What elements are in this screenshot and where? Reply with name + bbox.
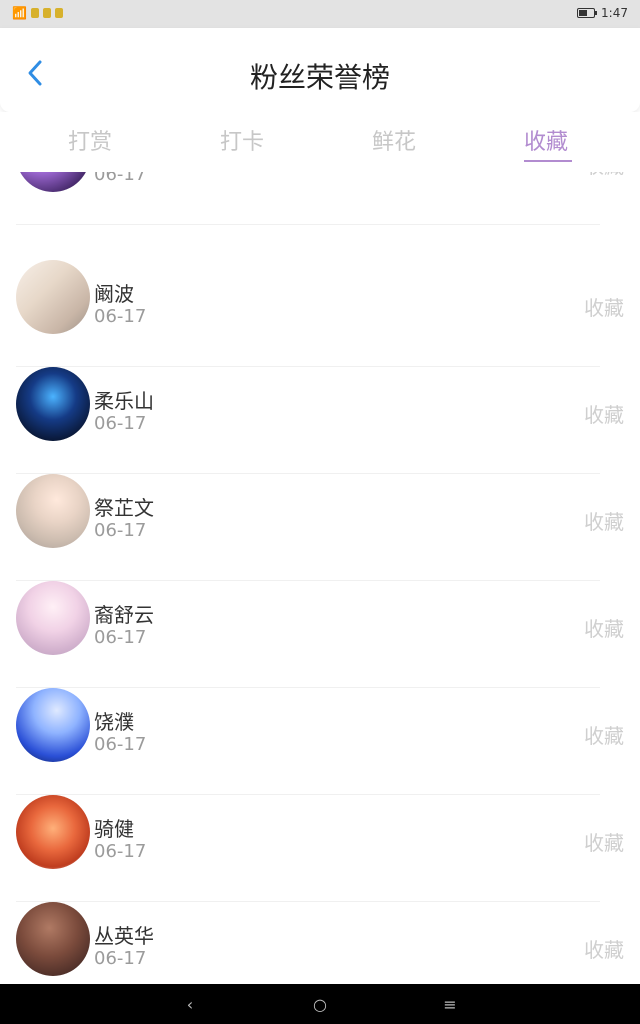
date: 06-17 (94, 172, 147, 185)
fan-list[interactable]: 06-17 收藏 阚波 06-17 收藏 柔乐山 06-17 收藏 祭芷文 06… (0, 172, 640, 984)
tab-favorites[interactable]: 收藏 (524, 124, 568, 156)
avatar (16, 474, 90, 548)
tab-flowers[interactable]: 鲜花 (372, 124, 416, 156)
status-icons-right: 1:47 (577, 6, 628, 20)
home-nav-icon[interactable]: ○ (310, 994, 330, 1014)
favorite-action[interactable]: 收藏 (584, 720, 624, 749)
tab-bar: 打赏 打卡 鲜花 收藏 (0, 112, 640, 172)
status-bar: 📶 1:47 (0, 0, 640, 28)
date: 06-17 (94, 627, 147, 648)
list-item[interactable]: 祭芷文 06-17 收藏 (0, 474, 640, 581)
favorite-action[interactable]: 收藏 (584, 399, 624, 428)
avatar (16, 795, 90, 869)
user-name: 祭芷文 (94, 496, 154, 520)
list-item[interactable]: 骑健 06-17 收藏 (0, 795, 640, 902)
list-item[interactable]: 06-17 收藏 (0, 172, 640, 225)
avatar (16, 688, 90, 762)
favorite-action[interactable]: 收藏 (584, 613, 624, 642)
notification-badge (30, 8, 39, 18)
favorite-action[interactable]: 收藏 (584, 934, 624, 963)
user-name: 阚波 (94, 282, 134, 306)
list-item[interactable]: 丛英华 06-17 收藏 (0, 902, 640, 984)
date: 06-17 (94, 948, 147, 969)
wifi-icon: 📶 (12, 6, 27, 20)
user-name: 丛英华 (94, 924, 154, 948)
date: 06-17 (94, 520, 147, 541)
avatar (16, 172, 90, 192)
list-item[interactable]: 柔乐山 06-17 收藏 (0, 367, 640, 474)
list-item[interactable]: 阚波 06-17 收藏 (0, 260, 640, 367)
avatar (16, 260, 90, 334)
time: 1:47 (601, 6, 628, 20)
page-title: 粉丝荣誉榜 (249, 61, 390, 94)
avatar (16, 367, 90, 441)
favorite-action[interactable]: 收藏 (584, 172, 624, 179)
battery-icon (577, 8, 598, 18)
menu-nav-icon[interactable]: ≡ (440, 994, 460, 1014)
notification-badge (54, 8, 63, 18)
list-item[interactable]: 裔舒云 06-17 收藏 (0, 581, 640, 688)
favorite-action[interactable]: 收藏 (584, 292, 624, 321)
user-name: 柔乐山 (94, 389, 154, 413)
status-icons-left: 📶 (12, 6, 63, 20)
user-name: 饶濮 (94, 710, 134, 734)
back-nav-icon[interactable]: ‹ (180, 994, 200, 1014)
date: 06-17 (94, 841, 147, 862)
favorite-action[interactable]: 收藏 (584, 827, 624, 856)
avatar (16, 902, 90, 976)
active-tab-indicator (524, 160, 572, 162)
notification-badge (42, 8, 51, 18)
system-navigation-bar: ‹ ○ ≡ (0, 984, 640, 1024)
tab-reward[interactable]: 打赏 (68, 124, 112, 156)
date: 06-17 (94, 306, 147, 327)
user-name: 裔舒云 (94, 603, 154, 627)
date: 06-17 (94, 413, 147, 434)
tab-checkin[interactable]: 打卡 (220, 124, 264, 156)
favorite-action[interactable]: 收藏 (584, 506, 624, 535)
avatar (16, 581, 90, 655)
user-name: 骑健 (94, 817, 134, 841)
list-item[interactable]: 饶濮 06-17 收藏 (0, 688, 640, 795)
date: 06-17 (94, 734, 147, 755)
header: 粉丝荣誉榜 (0, 28, 640, 112)
